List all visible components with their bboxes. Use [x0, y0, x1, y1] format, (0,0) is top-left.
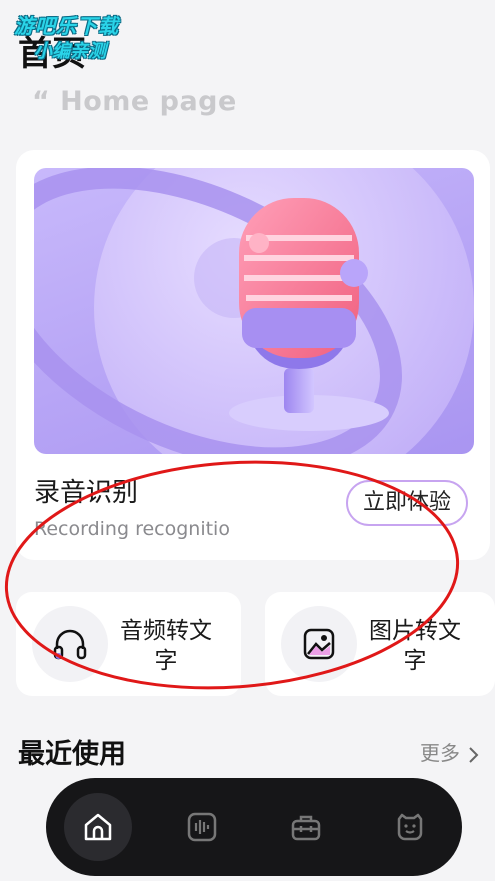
recent-section-title: 最近使用 — [18, 739, 126, 770]
toolbox-icon — [291, 815, 321, 841]
microphone-illustration — [34, 168, 474, 454]
home-icon — [84, 813, 112, 841]
try-now-button[interactable]: 立即体验 — [346, 480, 468, 526]
card-subtitle: Recording recognitio — [34, 518, 230, 540]
chevron-right-icon — [469, 746, 479, 763]
image-to-text-tile[interactable]: 图片转文字 — [265, 592, 495, 696]
bottom-nav — [46, 778, 462, 876]
page-subtitle: “ Home page — [32, 86, 237, 117]
recording-recognition-card[interactable]: 录音识别 Recording recognitio 立即体验 — [16, 150, 490, 560]
card-title: 录音识别 — [34, 478, 139, 508]
smiley-face-icon — [397, 813, 423, 841]
watermark-line-1: 游吧乐下载 — [14, 14, 119, 38]
audio-to-text-label: 音频转文字 — [120, 618, 212, 674]
watermark: 游吧乐下载 小编亲测 — [14, 10, 119, 63]
audio-wave-icon — [187, 812, 217, 842]
image-to-text-label: 图片转文字 — [369, 618, 461, 674]
headphones-icon — [32, 606, 108, 682]
more-label: 更多 — [420, 741, 460, 765]
picture-icon — [281, 606, 357, 682]
watermark-line-2: 小编亲测 — [34, 41, 106, 62]
audio-to-text-tile[interactable]: 音频转文字 — [16, 592, 241, 696]
nav-profile[interactable] — [376, 793, 444, 861]
nav-audio[interactable] — [168, 793, 236, 861]
nav-tools[interactable] — [272, 793, 340, 861]
more-link[interactable]: 更多 — [420, 737, 480, 766]
nav-home[interactable] — [64, 793, 132, 861]
